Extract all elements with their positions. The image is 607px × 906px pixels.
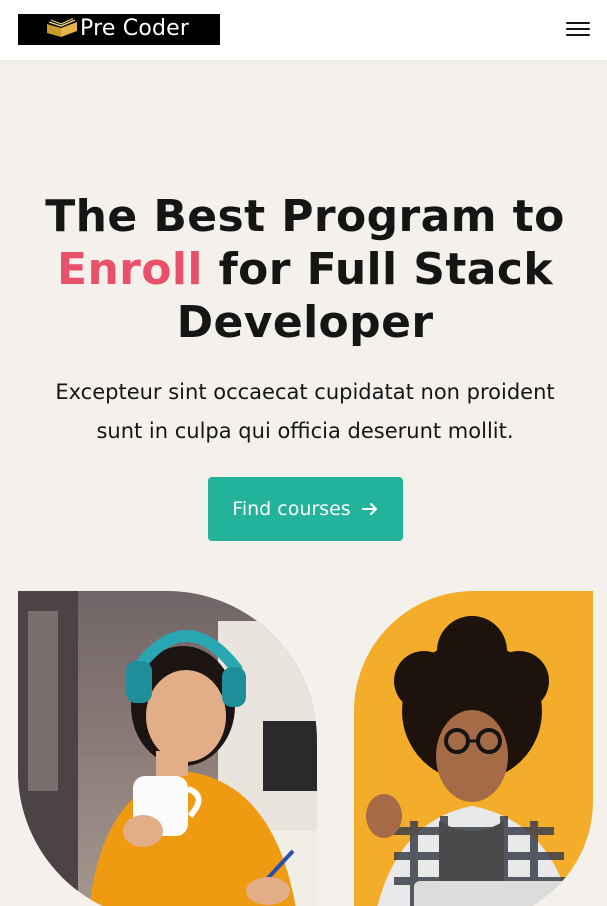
find-courses-button[interactable]: Find courses: [208, 477, 403, 541]
hamburger-menu-icon[interactable]: [566, 22, 590, 38]
arrow-right-icon: [361, 503, 377, 515]
hero-title: The Best Program to Enroll for Full Stac…: [40, 190, 570, 349]
hero-title-line1: The Best Program to: [45, 191, 565, 242]
logo[interactable]: Pre Coder: [18, 14, 220, 45]
open-book-icon: [47, 18, 77, 37]
hero-subtitle: Excepteur sint occaecat cupidatat non pr…: [55, 380, 555, 443]
logo-text: Pre Coder: [80, 16, 190, 41]
hero-title-line2: for Full Stack: [202, 244, 553, 295]
find-courses-label: Find courses: [232, 498, 351, 520]
site-header: Pre Coder: [0, 0, 607, 60]
hero-title-line3: Developer: [176, 297, 434, 348]
hero-title-accent: Enroll: [56, 244, 203, 295]
student-thinking-photo: [354, 591, 593, 906]
student-headphones-photo: [18, 591, 317, 906]
